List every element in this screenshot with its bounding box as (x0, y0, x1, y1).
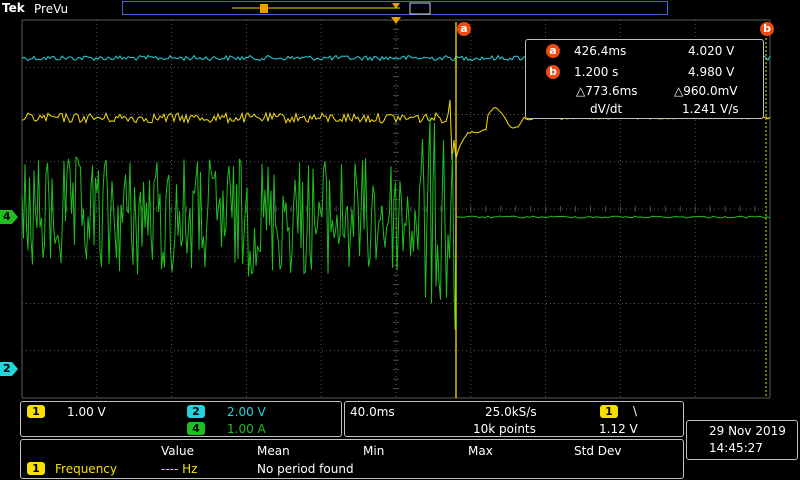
cursor-delta-time: △773.6ms (576, 84, 638, 98)
cursor-b-time: 1.200 s (574, 65, 619, 79)
meas-value: ---- Hz (161, 462, 198, 476)
horizontal-trigger-panel[interactable]: 40.0ms 25.0kS/s 10k points 1 \ 1.12 V (344, 401, 684, 437)
ch4-scale: 1.00 A (227, 422, 266, 436)
record-strip-cursor-marker (260, 4, 268, 13)
trigger-level: 1.12 V (599, 422, 638, 436)
trigger-slope-icon: \ (633, 404, 638, 418)
vertical-scale-panel[interactable]: 1 1.00 V 2 2.00 V 4 1.00 A (20, 401, 342, 437)
meas-ch1-badge: 1 (27, 462, 45, 475)
measurement-panel[interactable]: Value Mean Min Max Std Dev 1 Frequency -… (20, 439, 684, 479)
cursor-a-tag[interactable]: a (457, 22, 471, 36)
cursor-dvdt-value: 1.241 V/s (682, 102, 739, 116)
cursor-a-voltage: 4.020 V (688, 44, 735, 58)
meas-header-max: Max (468, 444, 493, 458)
ch4-marker-label: 4 (3, 210, 11, 223)
meas-header-stddev: Std Dev (574, 444, 622, 458)
time: 14:45:27 (709, 441, 763, 455)
record-strip-view-window (409, 2, 431, 15)
ch2-badge[interactable]: 2 (187, 405, 205, 418)
ch1-scale: 1.00 V (67, 405, 106, 419)
ch4-badge[interactable]: 4 (187, 422, 205, 435)
ch2-marker-label: 2 (3, 362, 11, 375)
timebase: 40.0ms (350, 405, 395, 419)
cursor-a-time: 426.4ms (574, 44, 627, 58)
cursor-a-badge: a (546, 44, 560, 58)
sample-rate: 25.0kS/s (485, 405, 537, 419)
ch1-badge[interactable]: 1 (27, 405, 45, 418)
ch4-waveform (21, 117, 771, 331)
datetime-panel[interactable]: 29 Nov 2019 14:45:27 (686, 420, 798, 460)
cursor-b-badge: b (546, 65, 560, 79)
date: 29 Nov 2019 (709, 424, 786, 438)
record-length: 10k points (473, 422, 536, 436)
meas-header-min: Min (363, 444, 385, 458)
cursor-dvdt-label: dV/dt (590, 102, 623, 116)
ch2-scale: 2.00 V (227, 405, 266, 419)
cursor-readout-panel[interactable]: a 426.4ms 4.020 V b 1.200 s 4.980 V △773… (525, 39, 764, 119)
trigger-source-badge[interactable]: 1 (600, 405, 618, 418)
meas-header-value: Value (161, 444, 194, 458)
cursor-b-tag[interactable]: b (760, 22, 774, 36)
meas-name[interactable]: Frequency (55, 462, 117, 476)
cursor-b-voltage: 4.980 V (688, 65, 735, 79)
meas-header-mean: Mean (257, 444, 290, 458)
meas-mean: No period found (257, 462, 354, 476)
cursor-delta-voltage: △960.0mV (674, 84, 738, 98)
